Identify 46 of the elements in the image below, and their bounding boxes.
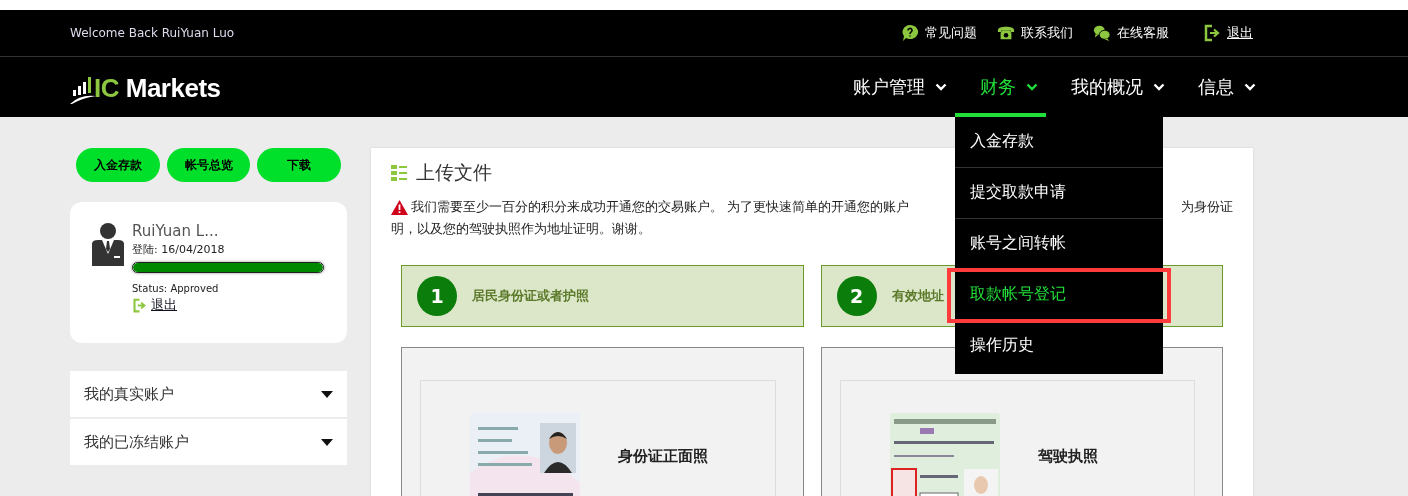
step-number: 2 (836, 276, 877, 316)
status-text: Status: Approved (132, 283, 219, 294)
step-label: 居民身份证或者护照 (472, 287, 589, 305)
dropdown-item[interactable]: 取款帐号登记 (949, 270, 1169, 321)
accordion-row[interactable]: 我的真实账户 (70, 371, 347, 417)
nav-menu-item[interactable]: 信息 (1173, 57, 1264, 117)
list-icon (391, 165, 407, 181)
logo: IC Markets (94, 73, 221, 104)
logout-icon (1203, 24, 1221, 42)
header-link[interactable]: 常见问题 (901, 24, 977, 42)
notice-text: 为身份证 (1181, 198, 1233, 216)
chevron-down-icon (935, 83, 947, 91)
chat-icon (1093, 24, 1111, 42)
accordion-row[interactable]: 我的已冻结账户 (70, 419, 347, 465)
step-label: 有效地址 (891, 287, 944, 305)
quick-button[interactable]: 入金存款 (76, 148, 160, 182)
step-number: 1 (417, 276, 457, 316)
quick-button[interactable]: 帐号总览 (166, 148, 251, 182)
logout-link[interactable]: 退出 (1203, 24, 1253, 42)
nav-menu-item[interactable]: 我的概况 (1046, 57, 1173, 117)
notice-text: 明，以及您的驾驶执照作为地址证明。谢谢。 (391, 221, 651, 236)
phone-icon (997, 24, 1015, 42)
upload-area[interactable]: 驾驶执照 (839, 380, 1195, 496)
warning-icon (391, 199, 408, 215)
header-link[interactable]: 在线客服 (1093, 24, 1169, 42)
accordion-label: 我的真实账户 (84, 384, 174, 404)
logout-icon (132, 297, 147, 313)
upload-area[interactable]: 身份证正面照 (420, 380, 776, 496)
login-date: 登陆: 16/04/2018 (132, 242, 225, 257)
logout-link[interactable]: 退出 (132, 296, 177, 314)
quick-button[interactable]: 下载 (257, 148, 341, 182)
accordion-label: 我的已冻结账户 (84, 432, 189, 452)
chevron-down-icon (1026, 83, 1038, 91)
welcome-text: Welcome Back RuiYuan Luo (70, 26, 235, 40)
notice-text: 我们需要至少一百分的积分来成功开通您的交易账户。 为了更快速简单的开通您的账户 (411, 198, 910, 216)
chevron-down-icon (1244, 83, 1256, 91)
nav-menu-item[interactable]: 账户管理 (828, 57, 955, 117)
document-caption: 驾驶执照 (1037, 447, 1098, 466)
user-name: RuiYuan L... (132, 222, 219, 240)
user-avatar-icon (90, 222, 126, 266)
document-caption: 身份证正面照 (618, 447, 708, 466)
question-icon (901, 24, 919, 42)
dropdown-item[interactable]: 操作历史 (955, 321, 1163, 372)
chevron-down-icon (1153, 83, 1165, 91)
header-link[interactable]: 联系我们 (997, 24, 1073, 42)
panel-title: 上传文件 (416, 160, 492, 185)
